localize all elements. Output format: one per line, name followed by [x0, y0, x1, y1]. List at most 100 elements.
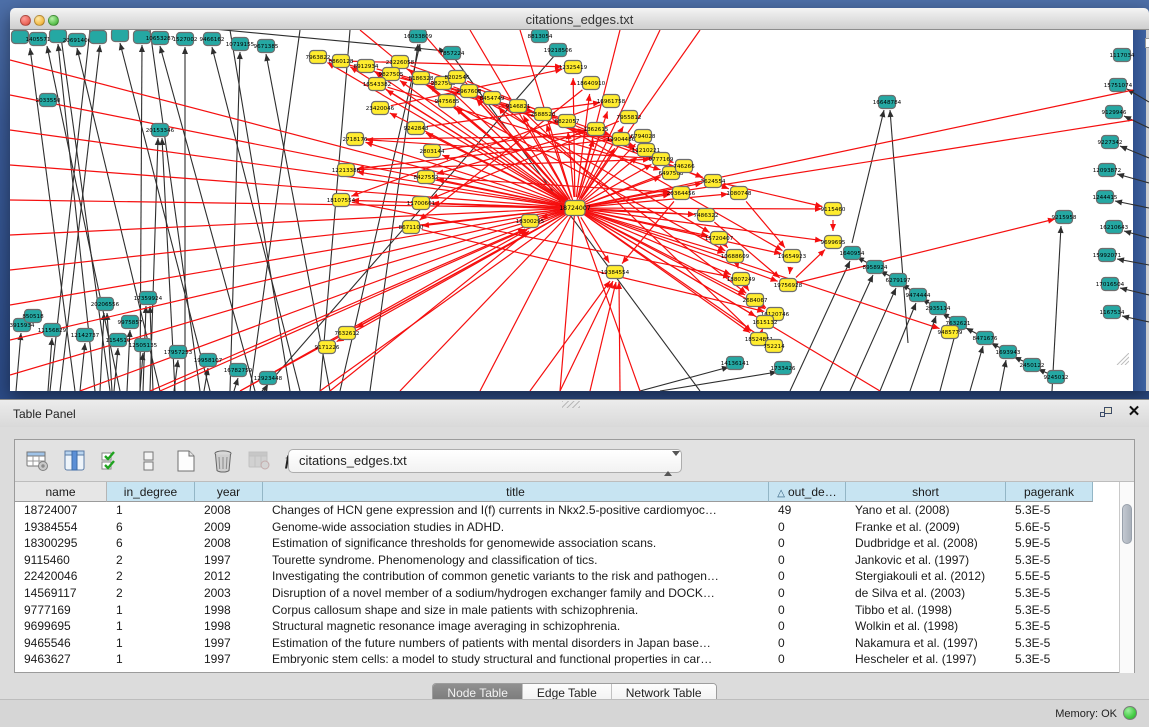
network-node[interactable]: 9466162: [200, 33, 225, 46]
network-node[interactable]: 7632612: [335, 327, 360, 340]
table-cell[interactable]: 0: [769, 519, 846, 536]
network-edge[interactable]: [1120, 287, 1149, 295]
network-node[interactable]: 1405571: [26, 33, 51, 46]
network-edge[interactable]: [240, 230, 527, 391]
network-node[interactable]: 20153346: [146, 124, 175, 137]
table-cell[interactable]: Nakamura et al. (1997): [846, 635, 1006, 652]
table-cell[interactable]: 1997: [195, 552, 263, 569]
scrollbar-thumb[interactable]: [1122, 504, 1132, 544]
network-node[interactable]: 2450122: [1020, 359, 1045, 372]
network-edge[interactable]: [575, 208, 640, 391]
table-cell[interactable]: Jankovic et al. (1997): [846, 552, 1006, 569]
table-cell[interactable]: 2009: [195, 519, 263, 536]
network-node[interactable]: 8671100: [399, 221, 424, 234]
network-node[interactable]: 9699695: [821, 236, 846, 249]
table-cell[interactable]: 0: [769, 651, 846, 668]
network-node[interactable]: 10688609: [721, 250, 750, 263]
network-node[interactable]: 9475685: [435, 95, 460, 108]
network-node[interactable]: 746266: [673, 160, 695, 173]
table-cell[interactable]: 6: [107, 535, 195, 552]
network-edge[interactable]: [182, 47, 188, 391]
network-node[interactable]: 19654923: [778, 250, 807, 263]
network-node[interactable]: 9975857: [118, 316, 143, 329]
table-cell[interactable]: 1997: [195, 651, 263, 668]
table-cell[interactable]: 18300295: [15, 535, 107, 552]
network-edge[interactable]: [80, 343, 87, 391]
table-cell[interactable]: Genome-wide association studies in ADHD.: [263, 519, 769, 536]
network-node[interactable]: 9245012: [1044, 371, 1069, 384]
network-node[interactable]: 1154519: [106, 334, 131, 347]
table-row[interactable]: 977716911998Corpus callosum shape and si…: [15, 602, 1119, 619]
table-selector-dropdown[interactable]: citations_edges.txt: [288, 449, 682, 473]
network-edge[interactable]: [820, 275, 873, 391]
table-cell[interactable]: de Silva et al. (2003): [846, 585, 1006, 602]
network-edge[interactable]: [553, 119, 783, 250]
table-cell[interactable]: 5.3E-5: [1006, 635, 1093, 652]
network-node[interactable]: 1615132: [753, 316, 778, 329]
network-node[interactable]: 7963822: [306, 51, 331, 64]
network-edge[interactable]: [1052, 226, 1064, 391]
table-cell[interactable]: 9465546: [15, 635, 107, 652]
network-edge[interactable]: [850, 288, 896, 391]
network-edge[interactable]: [1117, 173, 1149, 183]
column-header-title[interactable]: title: [263, 482, 769, 502]
network-node[interactable]: 18807249: [727, 273, 756, 286]
table-cell[interactable]: Changes of HCN gene expression and I(f) …: [263, 502, 769, 519]
network-edge[interactable]: [1117, 257, 1149, 265]
table-cell[interactable]: 2008: [195, 502, 263, 519]
network-node[interactable]: 9242848: [404, 122, 429, 135]
network-node[interactable]: 16648784: [873, 96, 902, 109]
table-cell[interactable]: 0: [769, 618, 846, 635]
network-edge[interactable]: [590, 282, 617, 391]
table-cell[interactable]: 1: [107, 602, 195, 619]
network-node[interactable]: 23420046: [366, 102, 395, 115]
table-settings-icon[interactable]: [24, 448, 52, 474]
network-edge[interactable]: [16, 333, 23, 391]
table-cell[interactable]: 5.5E-5: [1006, 568, 1093, 585]
table-cell[interactable]: Structural magnetic resonance image aver…: [263, 618, 769, 635]
network-edge[interactable]: [480, 208, 575, 391]
table-row[interactable]: 946362711997Embryonic stem cells: a mode…: [15, 651, 1119, 668]
window-resize-grip[interactable]: [1115, 353, 1129, 365]
network-node[interactable]: [90, 31, 107, 44]
network-node[interactable]: 12325419: [559, 61, 588, 74]
network-edge[interactable]: [1115, 199, 1149, 208]
network-edge[interactable]: [830, 220, 836, 231]
network-edge[interactable]: [150, 30, 200, 391]
network-node[interactable]: 1167534: [1100, 306, 1125, 319]
select-all-rows-icon[interactable]: [98, 448, 126, 474]
network-edge[interactable]: [790, 261, 850, 391]
network-node[interactable]: 6794028: [631, 130, 656, 143]
column-header-pagerank[interactable]: pagerank: [1006, 482, 1093, 502]
network-edge[interactable]: [530, 281, 610, 391]
network-edge[interactable]: [787, 267, 793, 274]
table-cell[interactable]: 5.3E-5: [1006, 585, 1093, 602]
table-cell[interactable]: 1: [107, 651, 195, 668]
table-row[interactable]: 1872400712008Changes of HCN gene express…: [15, 502, 1119, 519]
table-cell[interactable]: 1998: [195, 602, 263, 619]
network-edge[interactable]: [10, 208, 575, 235]
table-cell[interactable]: 1998: [195, 618, 263, 635]
network-edge[interactable]: [1124, 230, 1149, 238]
network-node[interactable]: 1080748: [727, 187, 752, 200]
network-edge[interactable]: [174, 360, 180, 391]
table-cell[interactable]: Estimation of the future numbers of pati…: [263, 635, 769, 652]
network-node[interactable]: 1527002: [173, 33, 198, 46]
table-cell[interactable]: Yano et al. (2008): [846, 502, 1006, 519]
network-edge[interactable]: [1124, 116, 1149, 128]
column-header-out_de[interactable]: △out_de…: [769, 482, 846, 502]
float-panel-icon[interactable]: [1100, 407, 1114, 420]
network-node[interactable]: 12142737: [71, 329, 100, 342]
network-node[interactable]: 9171226: [315, 341, 340, 354]
table-cell[interactable]: Investigating the contribution of common…: [263, 568, 769, 585]
table-cell[interactable]: 1: [107, 635, 195, 652]
network-edge[interactable]: [159, 46, 255, 391]
table-row[interactable]: 911546021997Tourette syndrome. Phenomeno…: [15, 552, 1119, 569]
table-cell[interactable]: Embryonic stem cells: a model to study s…: [263, 651, 769, 668]
table-row[interactable]: 2242004622012Investigating the contribut…: [15, 568, 1119, 585]
table-row[interactable]: 946554611997Estimation of the future num…: [15, 635, 1119, 652]
create-table-icon[interactable]: [172, 448, 200, 474]
table-cell[interactable]: 22420046: [15, 568, 107, 585]
column-header-short[interactable]: short: [846, 482, 1006, 502]
network-edge[interactable]: [788, 218, 1055, 285]
